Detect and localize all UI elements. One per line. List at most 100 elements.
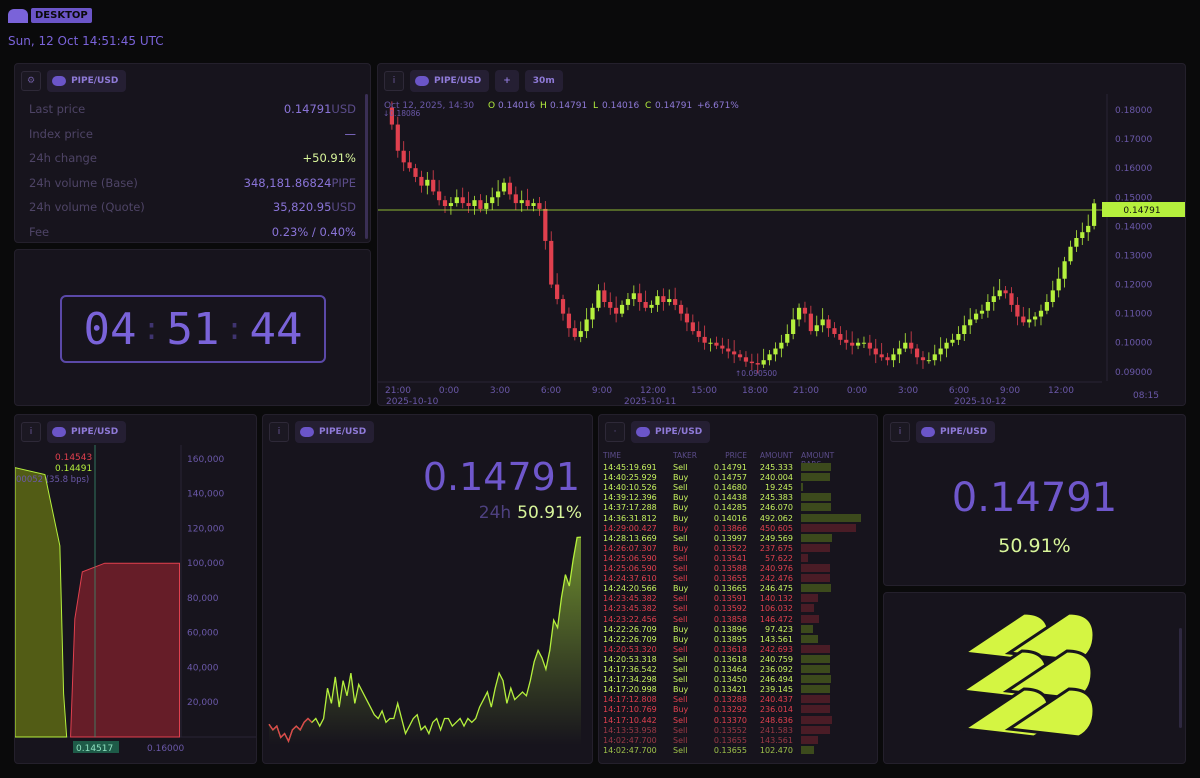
trade-price: 0.13655	[713, 745, 747, 755]
candle-body	[732, 351, 737, 355]
candle-body	[1038, 310, 1044, 317]
candle-body	[838, 334, 843, 340]
trade-row[interactable]: 14:20:53.320 Sell 0.13618 242.693	[603, 644, 873, 655]
trade-row[interactable]: 14:20:53.318 Sell 0.13618 240.759	[603, 654, 873, 665]
candle-body	[1050, 290, 1055, 302]
clock-separator: :	[225, 311, 244, 347]
candle-body	[466, 203, 471, 206]
trade-row[interactable]: 14:24:37.610 Sell 0.13655 242.476	[603, 574, 873, 584]
trade-row[interactable]: 14:17:34.298 Sell 0.13450 246.494	[603, 675, 873, 685]
candle-body	[973, 313, 979, 320]
trade-row[interactable]: 14:40:10.526 Sell 0.14680 19.245	[603, 483, 873, 493]
x-tick-label: 0:00	[847, 386, 867, 396]
trades-pair-label: PIPE/USD	[655, 427, 703, 437]
trade-row[interactable]: 14:17:12.808 Sell 0.13288 240.437	[603, 695, 873, 705]
trade-row[interactable]: 14:25:06.590 Sell 0.13588 240.976	[603, 564, 873, 574]
depth-y-tick: 40,000	[187, 663, 219, 673]
trade-row[interactable]: 14:17:10.442 Sell 0.13370 248.636	[603, 715, 873, 726]
trade-row[interactable]: 14:25:06.590 Sell 0.13541 57.622	[603, 553, 873, 564]
trade-price: 0.14757	[713, 473, 747, 483]
ticker-row-label: 24h change	[29, 151, 97, 166]
ticker-pair-selector[interactable]: PIPE/USD	[47, 70, 127, 92]
trade-row[interactable]: 14:17:20.998 Buy 0.13421 239.145	[603, 685, 873, 695]
ticker-row-value: 35,820.95	[272, 200, 332, 215]
trade-amount-bar-fill	[801, 513, 861, 522]
candle-body	[543, 208, 548, 241]
trade-time: 14:40:25.929	[603, 473, 657, 483]
trade-amount-bar-fill	[801, 634, 819, 643]
trade-row[interactable]: 14:02:47.700 Sell 0.13655 143.561	[603, 735, 873, 746]
trade-row[interactable]: 14:37:17.288 Buy 0.14285 246.070	[603, 503, 873, 513]
trade-row[interactable]: 14:23:22.456 Sell 0.13858 146.472	[603, 614, 873, 625]
candle-body	[779, 342, 784, 349]
trades-panel: · PIPE/USD TIME TAKER PRICE AMOUNT AMOUNT BA…	[598, 414, 878, 764]
big-pair-selector[interactable]: PIPE/USD	[916, 421, 996, 443]
clock-minutes: 51	[166, 303, 220, 355]
trade-time: 14:02:47.700	[603, 735, 657, 745]
trade-row[interactable]: 14:39:12.396 Buy 0.14438 245.383	[603, 493, 873, 503]
candle-body	[743, 357, 749, 362]
ticker-scrollbar[interactable]	[365, 94, 368, 239]
trade-amount: 242.693	[759, 644, 793, 654]
trade-row[interactable]: 14:23:45.382 Sell 0.13592 106.032	[603, 604, 873, 614]
trade-row[interactable]: 14:36:31.812 Buy 0.14016 492.062	[603, 513, 873, 524]
menu-icon[interactable]: ·	[605, 422, 625, 442]
depth-y-tick: 60,000	[187, 629, 219, 639]
trade-row[interactable]: 14:26:07.307 Buy 0.13522 237.675	[603, 543, 873, 554]
candle-body	[519, 200, 524, 204]
trades-pair-selector[interactable]: PIPE/USD	[631, 421, 711, 443]
ohlc-close: 0.14791	[655, 101, 692, 111]
trade-amount-bar	[793, 543, 863, 554]
trade-row[interactable]: 14:17:36.542 Sell 0.13464 236.092	[603, 665, 873, 675]
candle-body	[897, 348, 902, 355]
candle-body	[442, 200, 448, 206]
trade-amount-bar	[793, 574, 863, 584]
trade-time: 14:23:22.456	[603, 614, 657, 624]
trade-row[interactable]: 14:22:26.709 Buy 0.13895 143.561	[603, 634, 873, 645]
candle-body	[761, 360, 766, 365]
logo-scrollbar[interactable]	[1179, 628, 1182, 728]
trade-amount: 246.494	[759, 675, 793, 685]
trade-row[interactable]: 14:17:10.769 Buy 0.13292 236.014	[603, 705, 873, 715]
trade-amount-bar	[793, 675, 863, 685]
trade-row[interactable]: 14:28:13.669 Sell 0.13997 249.569	[603, 533, 873, 544]
trade-row[interactable]: 14:02:47.700 Sell 0.13655 102.470	[603, 745, 873, 756]
trades-header-cell: AMOUNT BARS	[801, 451, 835, 469]
trade-row[interactable]: 14:23:45.382 Sell 0.13591 140.132	[603, 594, 873, 604]
trade-time: 14:29:00.427	[603, 523, 657, 533]
trade-row[interactable]: 14:40:25.929 Buy 0.14757 240.004	[603, 473, 873, 483]
trade-amount-bar-fill	[801, 675, 831, 684]
trade-row[interactable]: 14:29:00.427 Buy 0.13866 450.605	[603, 523, 873, 534]
trades-header-cell: TAKER	[673, 451, 697, 460]
trade-row[interactable]: 14:22:26.709 Buy 0.13896 97.423	[603, 624, 873, 635]
trade-row[interactable]: 14:45:19.691 Sell 0.14791 245.333	[603, 463, 873, 473]
trade-amount-bar-fill	[801, 463, 831, 471]
y-tick-label: 0.09000	[1115, 368, 1152, 378]
trade-amount-bar	[793, 564, 863, 574]
trade-amount-bar-fill	[801, 735, 819, 744]
candlestick-chart[interactable]: 0.14791 Oct 12, 2025, 14:30 O 0.14016 H …	[378, 64, 1186, 406]
x-tick-label: 15:00	[691, 386, 717, 396]
trade-taker: Sell	[673, 725, 688, 735]
candle-body	[737, 354, 743, 358]
trade-amount-bar-fill	[801, 594, 818, 603]
trade-taker: Buy	[673, 513, 689, 523]
trade-amount: 102.470	[759, 745, 793, 755]
trade-amount-bar	[793, 735, 863, 746]
trade-taker: Sell	[673, 553, 688, 563]
trade-amount-bar-fill	[801, 503, 831, 512]
x-tick-label: 18:00	[742, 386, 768, 396]
trade-row[interactable]: 14:24:20.566 Buy 0.13665 246.475	[603, 584, 873, 594]
trade-taker: Buy	[673, 473, 689, 483]
trade-amount: 450.605	[759, 523, 793, 533]
candle-body	[460, 197, 465, 204]
depth-chart[interactable]: 0.14543 0.14491 00052 (35.8 bps) 160,000…	[15, 415, 257, 764]
trade-row[interactable]: 14:13:53.958 Sell 0.13552 241.583	[603, 725, 873, 736]
candle-body	[885, 357, 890, 361]
candle-body	[643, 302, 648, 308]
y-tick-label: 0.10000	[1115, 339, 1152, 349]
candle-body	[850, 342, 855, 346]
info-icon[interactable]: i	[890, 422, 910, 442]
settings-icon[interactable]: ⚙	[21, 71, 42, 91]
candle-body	[985, 302, 990, 311]
